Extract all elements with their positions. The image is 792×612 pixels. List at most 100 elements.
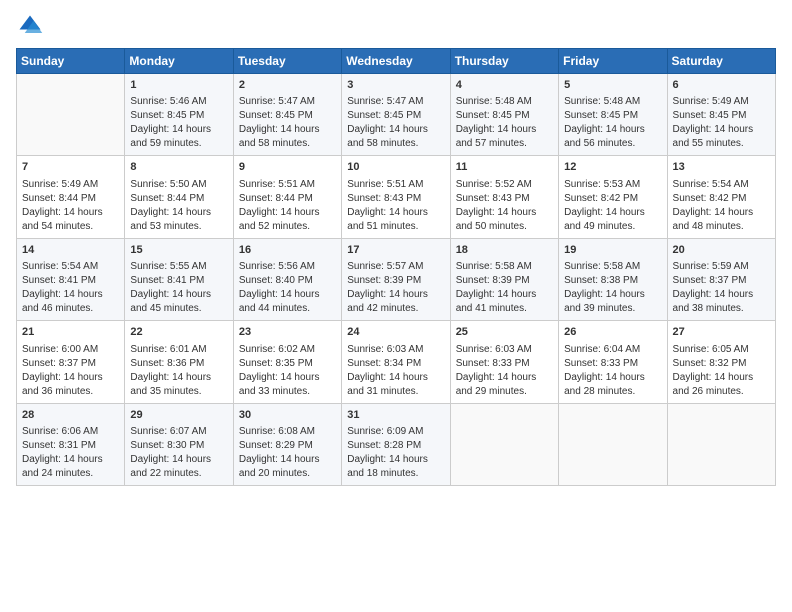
day-info-line: Daylight: 14 hours	[239, 371, 336, 385]
day-info-line: and 56 minutes.	[564, 137, 661, 151]
day-info-line: Sunrise: 5:49 AM	[673, 95, 770, 109]
day-info-line: Sunrise: 5:52 AM	[456, 178, 553, 192]
cal-cell: 17Sunrise: 5:57 AMSunset: 8:39 PMDayligh…	[342, 238, 450, 320]
day-info-line: Sunrise: 5:47 AM	[239, 95, 336, 109]
day-info-line: Daylight: 14 hours	[130, 453, 227, 467]
day-info-line: Sunrise: 5:54 AM	[22, 260, 119, 274]
day-number: 4	[456, 78, 553, 93]
day-info-line: and 55 minutes.	[673, 137, 770, 151]
day-info-line: Sunset: 8:42 PM	[564, 192, 661, 206]
day-info-line: Sunrise: 6:08 AM	[239, 425, 336, 439]
day-info-line: and 26 minutes.	[673, 385, 770, 399]
day-info-line: Sunrise: 6:05 AM	[673, 343, 770, 357]
day-info-line: and 44 minutes.	[239, 302, 336, 316]
day-info-line: Sunrise: 5:56 AM	[239, 260, 336, 274]
day-info-line: and 41 minutes.	[456, 302, 553, 316]
cal-cell: 29Sunrise: 6:07 AMSunset: 8:30 PMDayligh…	[125, 403, 233, 485]
cal-cell	[17, 74, 125, 156]
day-info-line: Daylight: 14 hours	[347, 288, 444, 302]
day-info-line: Sunset: 8:44 PM	[22, 192, 119, 206]
cal-cell: 13Sunrise: 5:54 AMSunset: 8:42 PMDayligh…	[667, 156, 775, 238]
day-info-line: Daylight: 14 hours	[673, 288, 770, 302]
day-info-line: Sunset: 8:28 PM	[347, 439, 444, 453]
day-info-line: Sunrise: 6:09 AM	[347, 425, 444, 439]
week-row-1: 1Sunrise: 5:46 AMSunset: 8:45 PMDaylight…	[17, 74, 776, 156]
day-info-line: Sunrise: 5:48 AM	[456, 95, 553, 109]
day-info-line: Sunrise: 6:00 AM	[22, 343, 119, 357]
day-info-line: and 50 minutes.	[456, 220, 553, 234]
header-row: SundayMondayTuesdayWednesdayThursdayFrid…	[17, 49, 776, 74]
day-number: 16	[239, 243, 336, 258]
cal-cell: 28Sunrise: 6:06 AMSunset: 8:31 PMDayligh…	[17, 403, 125, 485]
day-info-line: Sunset: 8:43 PM	[456, 192, 553, 206]
day-info-line: and 45 minutes.	[130, 302, 227, 316]
day-number: 29	[130, 408, 227, 423]
day-info-line: and 24 minutes.	[22, 467, 119, 481]
day-info-line: Daylight: 14 hours	[456, 371, 553, 385]
day-info-line: Daylight: 14 hours	[564, 371, 661, 385]
day-info-line: Sunset: 8:34 PM	[347, 357, 444, 371]
day-info-line: Sunrise: 6:04 AM	[564, 343, 661, 357]
day-info-line: Sunset: 8:29 PM	[239, 439, 336, 453]
day-info-line: Sunrise: 6:03 AM	[456, 343, 553, 357]
day-number: 18	[456, 243, 553, 258]
day-info-line: Sunset: 8:41 PM	[22, 274, 119, 288]
day-number: 30	[239, 408, 336, 423]
day-info-line: and 22 minutes.	[130, 467, 227, 481]
day-info-line: Daylight: 14 hours	[673, 206, 770, 220]
day-info-line: and 48 minutes.	[673, 220, 770, 234]
day-info-line: and 33 minutes.	[239, 385, 336, 399]
day-info-line: Sunset: 8:30 PM	[130, 439, 227, 453]
day-info-line: and 52 minutes.	[239, 220, 336, 234]
day-info-line: Daylight: 14 hours	[564, 288, 661, 302]
day-number: 21	[22, 325, 119, 340]
cal-cell: 3Sunrise: 5:47 AMSunset: 8:45 PMDaylight…	[342, 74, 450, 156]
day-info-line: and 38 minutes.	[673, 302, 770, 316]
cal-cell: 18Sunrise: 5:58 AMSunset: 8:39 PMDayligh…	[450, 238, 558, 320]
day-number: 27	[673, 325, 770, 340]
cal-cell: 7Sunrise: 5:49 AMSunset: 8:44 PMDaylight…	[17, 156, 125, 238]
day-info-line: Sunset: 8:42 PM	[673, 192, 770, 206]
cal-cell: 14Sunrise: 5:54 AMSunset: 8:41 PMDayligh…	[17, 238, 125, 320]
header	[16, 12, 776, 40]
day-info-line: Sunset: 8:40 PM	[239, 274, 336, 288]
day-info-line: Sunrise: 5:59 AM	[673, 260, 770, 274]
day-info-line: Sunset: 8:32 PM	[673, 357, 770, 371]
day-info-line: Sunrise: 5:47 AM	[347, 95, 444, 109]
day-number: 19	[564, 243, 661, 258]
day-number: 10	[347, 160, 444, 175]
cal-cell: 27Sunrise: 6:05 AMSunset: 8:32 PMDayligh…	[667, 321, 775, 403]
col-header-saturday: Saturday	[667, 49, 775, 74]
day-info-line: Daylight: 14 hours	[347, 453, 444, 467]
day-number: 12	[564, 160, 661, 175]
col-header-tuesday: Tuesday	[233, 49, 341, 74]
day-info-line: Daylight: 14 hours	[456, 206, 553, 220]
col-header-friday: Friday	[559, 49, 667, 74]
day-info-line: Daylight: 14 hours	[456, 123, 553, 137]
page: SundayMondayTuesdayWednesdayThursdayFrid…	[0, 0, 792, 612]
day-info-line: Daylight: 14 hours	[564, 123, 661, 137]
cal-cell	[450, 403, 558, 485]
day-info-line: Daylight: 14 hours	[22, 453, 119, 467]
day-info-line: Sunset: 8:33 PM	[456, 357, 553, 371]
day-info-line: and 28 minutes.	[564, 385, 661, 399]
day-info-line: Sunset: 8:31 PM	[22, 439, 119, 453]
day-info-line: Sunrise: 6:01 AM	[130, 343, 227, 357]
day-number: 11	[456, 160, 553, 175]
day-info-line: Sunrise: 5:51 AM	[239, 178, 336, 192]
day-info-line: Sunrise: 5:50 AM	[130, 178, 227, 192]
day-info-line: Daylight: 14 hours	[564, 206, 661, 220]
day-number: 6	[673, 78, 770, 93]
day-info-line: Sunset: 8:39 PM	[347, 274, 444, 288]
cal-cell: 30Sunrise: 6:08 AMSunset: 8:29 PMDayligh…	[233, 403, 341, 485]
cal-cell: 25Sunrise: 6:03 AMSunset: 8:33 PMDayligh…	[450, 321, 558, 403]
day-info-line: and 29 minutes.	[456, 385, 553, 399]
day-info-line: Sunset: 8:33 PM	[564, 357, 661, 371]
day-info-line: Sunrise: 6:03 AM	[347, 343, 444, 357]
day-info-line: Sunset: 8:44 PM	[239, 192, 336, 206]
cal-cell: 8Sunrise: 5:50 AMSunset: 8:44 PMDaylight…	[125, 156, 233, 238]
day-info-line: Daylight: 14 hours	[456, 288, 553, 302]
day-info-line: and 54 minutes.	[22, 220, 119, 234]
day-number: 9	[239, 160, 336, 175]
day-info-line: and 49 minutes.	[564, 220, 661, 234]
